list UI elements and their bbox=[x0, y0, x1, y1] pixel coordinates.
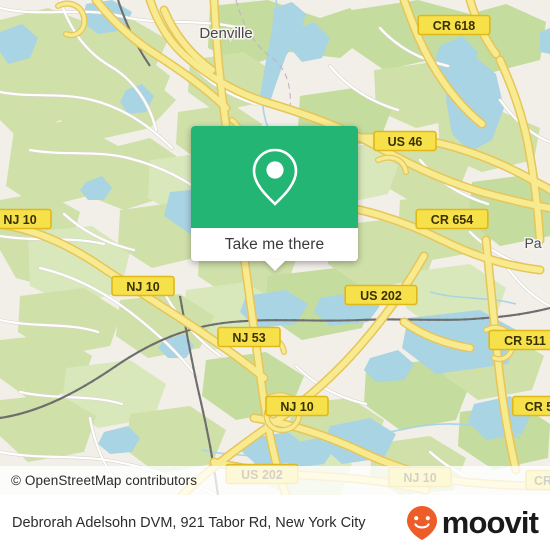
location-pin-icon bbox=[252, 148, 297, 206]
moovit-logo[interactable]: moovit bbox=[405, 505, 539, 541]
route-shield: CR 5 bbox=[512, 395, 550, 417]
popup-pin-panel bbox=[191, 126, 358, 228]
moovit-smiley-pin-icon bbox=[406, 505, 437, 540]
route-shield-label: CR 654 bbox=[431, 213, 473, 227]
map-canvas[interactable]: .green { fill:#cfe0a9; } .forest { fill:… bbox=[0, 0, 550, 495]
route-shield: NJ 53 bbox=[217, 326, 281, 348]
map-place-label: Denville bbox=[199, 25, 252, 42]
route-shield: US 46 bbox=[373, 130, 437, 152]
route-shield-label: NJ 10 bbox=[3, 213, 36, 227]
route-shield: CR 511 bbox=[488, 329, 550, 351]
route-shield: NJ 10 bbox=[111, 275, 175, 297]
footer-bar: Debrorah Adelsohn DVM, 921 Tabor Rd, New… bbox=[0, 495, 550, 550]
route-shield: NJ 10 bbox=[265, 395, 329, 417]
route-shield-label: US 202 bbox=[360, 289, 402, 303]
moovit-map-screenshot: .green { fill:#cfe0a9; } .forest { fill:… bbox=[0, 0, 550, 550]
map-place-label: Pa bbox=[524, 235, 541, 251]
route-shield-label: NJ 53 bbox=[232, 331, 265, 345]
map-attribution-bar: © OpenStreetMap contributors bbox=[0, 466, 550, 495]
route-shield-label: CR 618 bbox=[433, 19, 475, 33]
route-shield-label: US 46 bbox=[388, 135, 423, 149]
route-shield: US 202 bbox=[344, 284, 418, 306]
moovit-wordmark: moovit bbox=[441, 505, 539, 540]
route-shield: NJ 10 bbox=[0, 208, 52, 230]
route-shield-label: NJ 10 bbox=[126, 280, 159, 294]
route-shield: CR 618 bbox=[417, 14, 491, 36]
route-shield: CR 654 bbox=[415, 208, 489, 230]
route-shield-label: CR 511 bbox=[504, 334, 546, 348]
popup-pointer-tail bbox=[263, 260, 286, 271]
take-me-there-label: Take me there bbox=[224, 235, 325, 253]
route-shield-label: CR 5 bbox=[525, 400, 550, 414]
popup-action-row[interactable]: Take me there bbox=[191, 228, 358, 271]
location-title: Debrorah Adelsohn DVM, 921 Tabor Rd, New… bbox=[12, 514, 366, 531]
take-me-there-popup[interactable]: Take me there bbox=[191, 126, 358, 271]
route-shield-label: NJ 10 bbox=[280, 400, 313, 414]
osm-attribution-text: © OpenStreetMap contributors bbox=[11, 473, 198, 488]
